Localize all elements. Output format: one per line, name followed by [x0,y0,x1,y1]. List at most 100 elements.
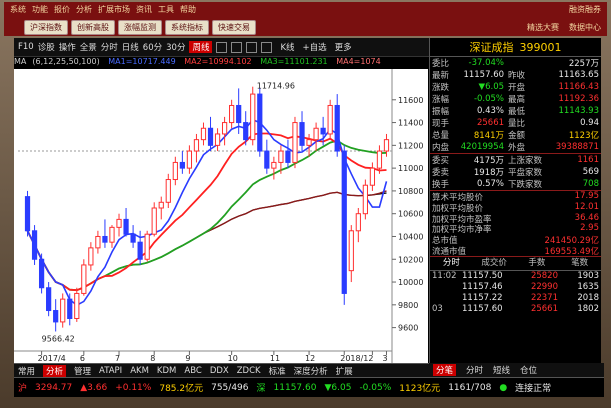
toolbar-right-item[interactable]: 数据中心 [569,22,601,33]
indicator-tab[interactable]: DDX [210,366,229,376]
tick-header-item[interactable]: 笔数 [558,257,601,270]
tool-square-icon[interactable] [246,41,258,53]
chart-tab[interactable]: 分时 [101,41,118,53]
tick-header-item[interactable]: 手数 [516,257,559,270]
chart-tab[interactable]: 周线 [189,41,213,53]
quote-label: 内盘 [432,143,450,153]
quote-value: 0.43% [477,106,505,116]
sz-amount: 1123亿元 [399,384,441,394]
chart-tab-right[interactable]: 更多 [335,41,352,53]
quote-value: 11166.43 [558,82,599,92]
indicator-tab[interactable]: KDM [157,366,176,376]
panel-tab[interactable]: 短线 [493,364,510,376]
chart-tab[interactable]: 30分 [166,41,185,53]
candle-body [243,122,249,141]
high-annotation: 11714.96 [257,82,295,91]
chart-tab[interactable]: 60分 [143,41,162,53]
y-tick-label: 11000 [398,164,423,173]
candle-body [257,93,263,152]
stat-label: 加权平均市净率 [432,225,492,236]
indicator-tab[interactable]: 管理 [74,365,91,377]
candle-body [229,104,235,124]
quote-panel: 深证成指 399001 委比 -37.04% 2257万 最新 11157.60 昨收 11… [429,38,601,396]
menu-item[interactable]: 系统 [10,4,26,16]
candle-body [102,235,108,243]
menu-right-label[interactable]: 融资融券 [569,4,601,15]
quote-value: ▼6.05 [478,82,505,92]
toolbar-button[interactable]: 快速交易 [212,20,256,35]
tick-volume: 22371 [530,292,558,303]
menu-item[interactable]: 功能 [32,4,48,16]
ma4-value: MA4=1074 [336,57,381,66]
toolbar-button[interactable]: 涨幅监测 [118,20,162,35]
menu-item[interactable]: 帮助 [180,4,196,16]
quote-value: 11157.60 [463,70,505,80]
candle-body [137,241,143,260]
connection-status[interactable]: 连接正常 [515,381,551,394]
tick-header-item[interactable]: 成交价 [473,257,516,270]
toolbar-button[interactable]: 系统指标 [165,20,209,35]
ma-legend: MA (6,12,25,50,100) MA1=10717.449 MA2=109… [14,57,428,68]
indicator-tab[interactable]: 分析 [43,364,67,377]
x-tick-label: 9 [185,354,190,363]
tool-square-icon[interactable] [261,41,273,53]
tool-square-icon[interactable] [231,41,243,53]
indicator-tab[interactable]: 常用 [18,365,35,377]
menu-item[interactable]: 报价 [54,4,70,16]
x-tick-label: 2 [368,354,373,363]
chart-tab-right[interactable]: K线 [280,41,294,53]
chart-tab[interactable]: 诊股 [38,41,55,53]
chart-tab[interactable]: 操作 [59,41,76,53]
quote-label: 量比 [508,119,526,129]
tick-header-item[interactable]: 分时 [430,257,473,270]
candle-body [306,139,312,146]
indicator-tab[interactable]: ZDCK [237,366,261,376]
toolbar-right: 精选大赛 数据中心 [527,22,601,33]
panel-tab[interactable]: 分笔 [433,363,457,376]
chart-tab[interactable]: F10 [18,42,34,52]
panel-tab[interactable]: 仓位 [520,364,537,376]
indicator-tab[interactable]: AKM [130,366,149,376]
chart-toolbar: F10 诊股 操作 全景 分时 日线 60分 30分 周线 K线 +自选 更多 [14,38,432,57]
quote-value: 11192.36 [558,94,599,104]
chart-tab[interactable]: 日线 [122,41,139,53]
panel-tabs: 分笔 分时 短线 仓位 [429,363,604,376]
sh-pct: +0.11% [115,382,152,393]
sh-value: 3294.77 [35,382,73,393]
quote-label: 最新 [432,71,450,81]
menu-item[interactable]: 分析 [76,4,92,16]
indicator-tab[interactable]: 深度分析 [294,365,328,377]
y-tick-label: 10600 [398,210,423,219]
indicator-tab[interactable]: ABC [184,366,201,376]
quote-value: 0.94 [580,118,599,128]
indicator-tab[interactable]: ATAPI [99,366,122,376]
stat-label: 加权平均市盈率 [432,214,492,225]
toolbar-right-item[interactable]: 精选大赛 [527,22,559,33]
candle-body [207,127,214,146]
quote-value: 1161 [577,155,599,165]
panel-tab[interactable]: 分时 [466,364,483,376]
quote-value: 4175万 [473,156,505,166]
indicator-tab[interactable]: 标准 [269,365,286,377]
candlestick-chart[interactable]: 9600 9800 10000 10200 10400 10600 10800 11000 11… [14,69,428,363]
menu-item[interactable]: 工具 [158,4,174,16]
tick-price: 11157.22 [462,292,503,303]
candle-body [214,133,221,146]
chart-tab[interactable]: 全景 [80,41,97,53]
indicator-tab[interactable]: 扩展 [336,365,353,377]
sz-pct: -0.05% [359,382,392,393]
candle-body [320,127,326,135]
quote-row: 振幅 0.43% 最低 11143.93 [430,105,601,117]
menu-item[interactable]: 资讯 [136,4,152,16]
tool-square-icon[interactable] [216,41,228,53]
connection-icon: ● [499,382,508,393]
y-tick-label: 10000 [398,278,423,287]
chart-tab-right[interactable]: +自选 [303,41,327,53]
stat-label: 流通市值 [432,246,467,257]
toolbar-button[interactable]: 沪深指数 [24,20,68,35]
menu-bar: 系统 功能 报价 分析 扩展市场 资讯 工具 帮助 [4,4,196,16]
x-tick-label: 7 [115,354,120,363]
toolbar-button[interactable]: 创新高股 [71,20,115,35]
menu-item[interactable]: 扩展市场 [98,4,130,16]
quote-label: 外盘 [508,143,526,153]
